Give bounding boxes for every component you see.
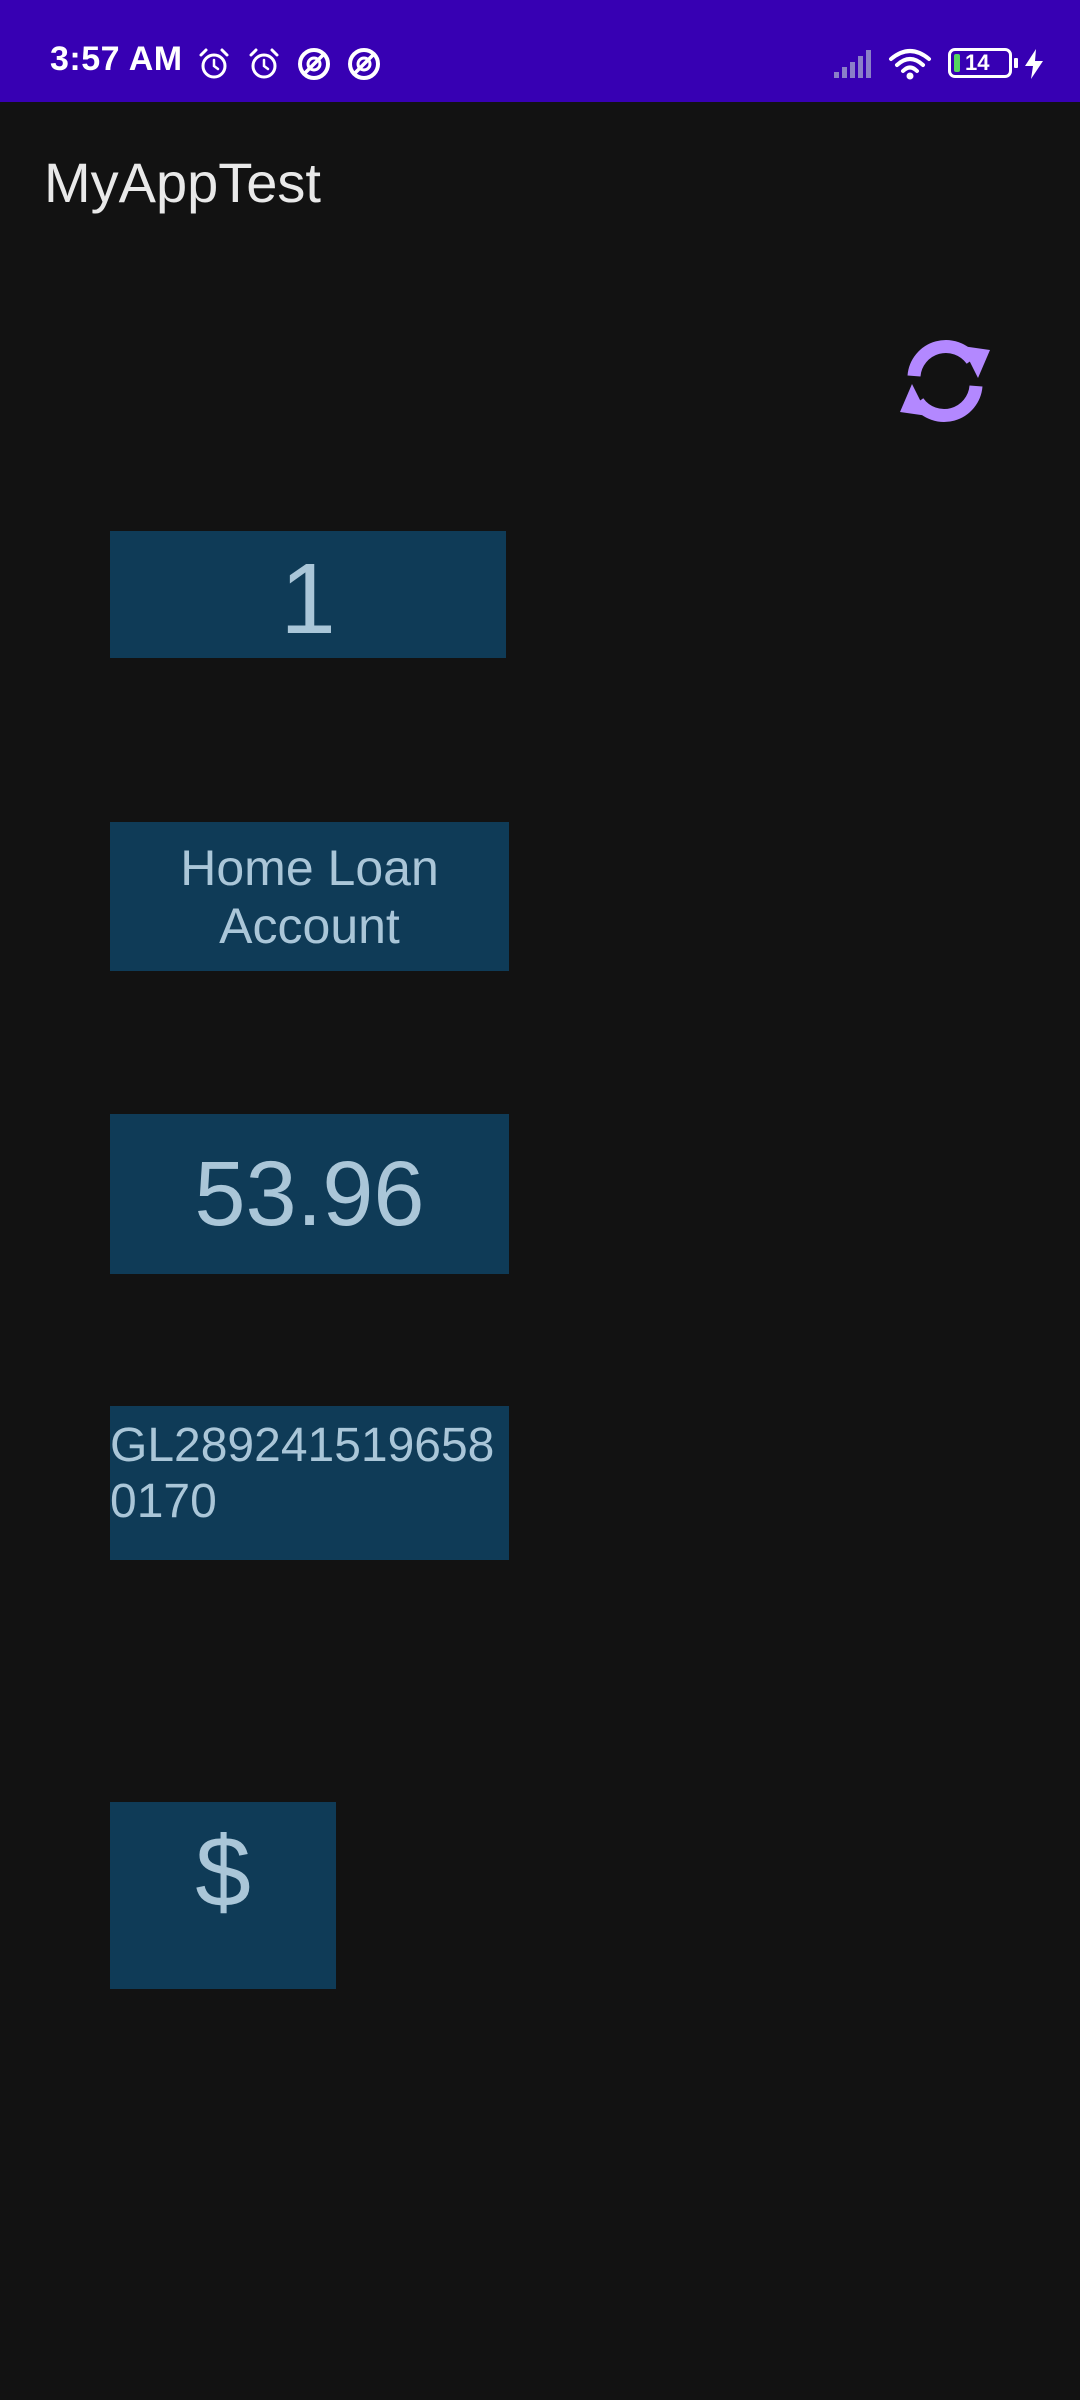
currency-symbol: $ — [110, 1802, 336, 1989]
signal-icon — [832, 46, 876, 82]
status-time: 3:57 AM — [50, 40, 183, 78]
alarm-icon — [196, 46, 232, 82]
alarm-icon — [246, 46, 282, 82]
app-title: MyAppTest — [44, 151, 321, 214]
account-balance: 53.96 — [110, 1114, 509, 1274]
no-disturb-icon — [346, 46, 382, 82]
account-id: GL2892415196580170 — [110, 1406, 509, 1560]
wifi-icon — [888, 46, 932, 82]
charging-icon — [1020, 46, 1048, 82]
battery-icon: 14 — [948, 48, 1018, 78]
account-number-index: 1 — [110, 531, 506, 658]
app-bar: MyAppTest — [0, 102, 1080, 262]
refresh-button[interactable] — [888, 326, 1002, 440]
no-disturb-icon — [296, 46, 332, 82]
refresh-icon — [892, 328, 998, 439]
battery-level: 14 — [965, 50, 990, 75]
battery-fill — [954, 54, 960, 72]
account-type: Home Loan Account — [110, 822, 509, 971]
status-bar: 3:57 AM 14 — [0, 0, 1080, 102]
